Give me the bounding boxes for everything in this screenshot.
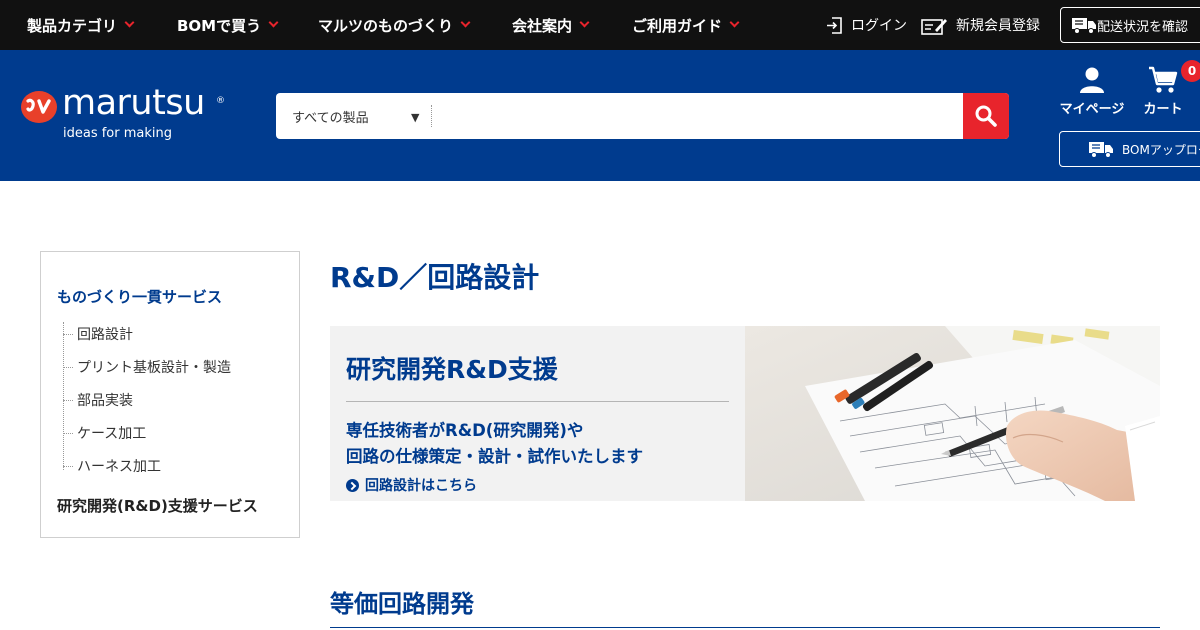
sidebar: ものづくり一貫サービス 回路設計 プリント基板設計・製造 部品実装 ケース加工 … [40,251,300,538]
chevron-down-icon [729,17,740,28]
banner-description: 専任技術者がR&D(研究開発)や 回路の仕様策定・設計・試作いたします [346,418,643,470]
nav-label: BOMで買う [177,16,262,35]
cart-label: カート [1143,102,1183,117]
search-icon [975,105,997,127]
sidebar-item-circuit-design[interactable]: 回路設計 [63,324,133,344]
register-label: 新規会員登録 [956,18,1040,34]
sidebar-item-rd-support[interactable]: 研究開発(R&D)支援サービス [57,495,258,516]
search-button[interactable] [963,93,1009,139]
nav-bom-buy[interactable]: BOMで買う [177,0,279,50]
cart-count-badge: 0 [1181,60,1200,82]
search-category-value: すべての製品 [292,110,369,126]
register-link[interactable]: 新規会員登録 [921,0,1040,50]
marutsu-logo-mark-icon [21,91,57,123]
login-label: ログイン [851,18,907,34]
nav-company[interactable]: 会社案内 [512,0,590,50]
nav-guide[interactable]: ご利用ガイド [632,0,740,50]
chevron-down-icon [460,17,471,28]
banner-desc-line: 専任技術者がR&D(研究開発)や [346,421,584,440]
caret-down-icon: ▼ [411,111,420,124]
nav-label: 製品カテゴリ [27,16,118,35]
delivery-label: 配送状況を確認 [1097,19,1189,35]
cart-icon [1149,66,1178,93]
banner-divider [346,401,729,402]
nav-label: 会社案内 [512,16,573,35]
section-title: 等価回路開発 [330,590,474,618]
chevron-down-icon [124,17,135,28]
bom-upload-label: BOMアップロード [1122,142,1200,157]
register-icon [921,18,947,35]
mypage-label: マイページ [1059,102,1125,117]
sidebar-item-assembly[interactable]: 部品実装 [63,390,133,410]
logo-wordmark: marutsu [62,83,205,123]
truck-icon [1089,142,1113,158]
sidebar-heading-link[interactable]: ものづくり一貫サービス [57,286,222,307]
truck-icon [1072,18,1096,34]
page-title: R&D／回路設計 [330,261,540,294]
search-divider [431,105,432,127]
nav-product-category[interactable]: 製品カテゴリ [27,0,135,50]
nav-label: マルツのものづくり [318,16,454,35]
circuit-design-link[interactable]: 回路設計はこちら [346,475,477,495]
chevron-down-icon [579,17,590,28]
sidebar-tree-line [63,322,64,470]
marutsu-logo[interactable]: marutsu ® ideas for making [20,83,240,146]
banner-title: 研究開発R&D支援 [346,355,558,384]
chevron-down-icon [268,17,279,28]
arrow-circle-icon [346,478,359,492]
search-input[interactable] [436,93,961,139]
logo-tagline: ideas for making [63,126,173,141]
search-category-select[interactable]: すべての製品 [276,93,432,139]
sidebar-item-harness[interactable]: ハーネス加工 [63,456,161,476]
nav-label: ご利用ガイド [632,16,723,35]
search-bar: すべての製品 ▼ [276,93,1009,139]
section-divider [330,627,1160,628]
login-icon [827,16,842,34]
circuit-design-link-label: 回路設計はこちら [365,478,477,494]
site-header: marutsu ® ideas for making すべての製品 ▼ マイペー… [0,50,1200,181]
top-bar: 製品カテゴリ BOMで買う マルツのものづくり 会社案内 ご利用ガイド ログイン… [0,0,1200,50]
logo-registered-mark: ® [216,96,225,106]
rd-banner[interactable]: 研究開発R&D支援 専任技術者がR&D(研究開発)や 回路の仕様策定・設計・試作… [330,326,1160,501]
sidebar-item-case[interactable]: ケース加工 [62,423,146,443]
sidebar-item-pcb[interactable]: プリント基板設計・製造 [63,357,231,377]
mypage-link[interactable]: マイページ [1057,66,1127,117]
login-link[interactable]: ログイン [826,0,907,50]
delivery-status-button[interactable]: 配送状況を確認 [1060,7,1200,43]
banner-desc-line: 回路の仕様策定・設計・試作いたします [346,447,643,466]
bom-upload-button[interactable]: BOMアップロード [1059,131,1200,167]
user-icon [1080,67,1104,93]
banner-photo-schematic-drawing [745,326,1160,501]
nav-monozukuri[interactable]: マルツのものづくり [318,0,471,50]
